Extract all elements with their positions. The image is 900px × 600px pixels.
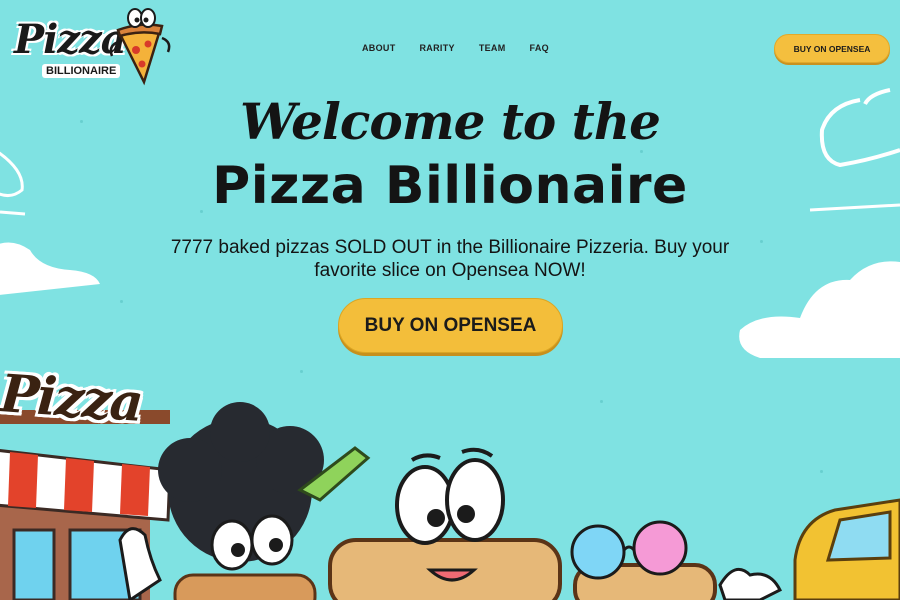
nav-item-rarity[interactable]: RARITY: [420, 43, 455, 53]
center-pizza-character: [328, 447, 562, 600]
main-navigation: ABOUT RARITY TEAM FAQ: [362, 43, 549, 53]
hero-title: Pizza Billionaire: [212, 156, 688, 216]
nav-item-team[interactable]: TEAM: [479, 43, 506, 53]
yellow-car: [793, 498, 900, 600]
pizzeria-sign: Pizza: [0, 363, 144, 434]
hero-buy-on-opensea-button[interactable]: BUY ON OPENSEA: [338, 298, 563, 353]
nav-item-faq[interactable]: FAQ: [530, 43, 549, 53]
sunglasses-pizza-character: [570, 520, 783, 600]
nav-item-about[interactable]: ABOUT: [362, 43, 396, 53]
pizza-slice-mascot-icon: [109, 8, 171, 86]
hero-welcome-text: Welcome to the: [240, 92, 661, 151]
hero-description: 7777 baked pizzas SOLD OUT in the Billio…: [170, 237, 730, 281]
header-buy-on-opensea-button[interactable]: BUY ON OPENSEA: [774, 34, 890, 63]
site-logo[interactable]: Pizza BILLIONAIRE: [8, 6, 173, 88]
